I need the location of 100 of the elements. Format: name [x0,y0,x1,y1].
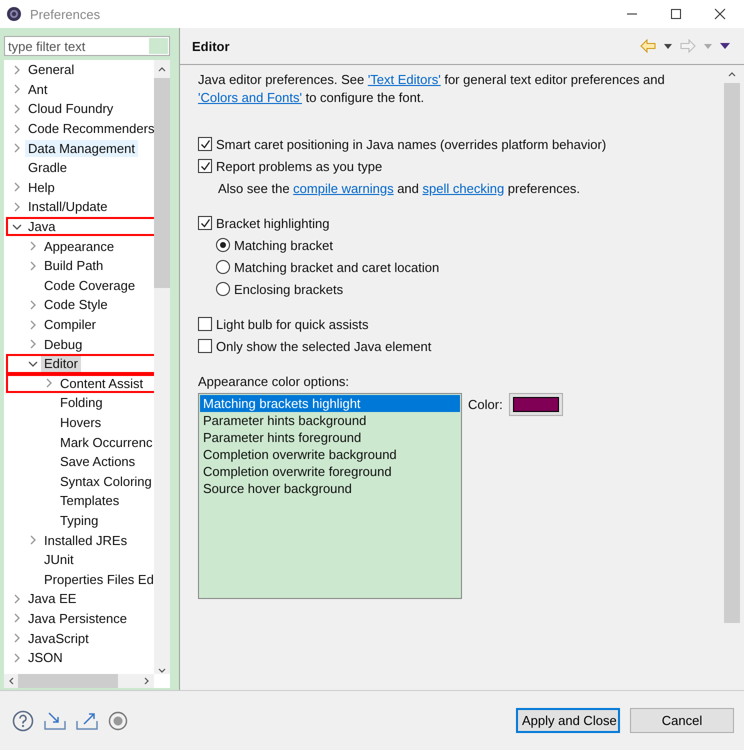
link[interactable]: 'Text Editors' [368,72,441,87]
tree-item[interactable]: Java [25,218,58,236]
collapsed-icon[interactable] [12,64,22,75]
collapsed-icon[interactable] [28,339,38,350]
collapsed-icon[interactable] [12,143,22,154]
radio-label[interactable]: Enclosing brackets [234,282,344,296]
color-button[interactable] [508,393,563,416]
tree-item[interactable]: JSON [25,649,66,666]
tree-item[interactable]: Code Coverage [41,276,138,294]
tree-item[interactable]: Syntax Coloring [57,472,154,490]
tree-item[interactable]: JavaScript [25,630,92,647]
help-icon[interactable] [12,710,34,732]
checkbox-label[interactable]: Smart caret positioning in Java names (overrides platform behavior) [216,136,606,152]
collapsed-icon[interactable] [44,378,54,388]
menu-icon[interactable] [720,43,730,49]
tree-item[interactable]: JUnit [41,551,77,568]
scroll-up-icon[interactable] [728,71,736,77]
tree-item[interactable]: Save Actions [57,453,138,470]
link[interactable]: 'Colors and Fonts' [198,90,302,105]
checkbox-label[interactable]: Report problems as you type [216,158,382,174]
collapsed-icon[interactable] [12,594,22,604]
collapsed-icon[interactable] [28,535,38,546]
collapsed-icon[interactable] [12,124,22,134]
tree-item[interactable]: Appearance [41,238,118,255]
back-icon[interactable] [640,39,656,53]
collapsed-icon[interactable] [12,104,22,114]
color-label: Color: [468,396,503,412]
tree-item[interactable]: Hovers [57,414,104,431]
app-icon [6,6,22,22]
tree-item[interactable]: Code Recommenders [25,120,154,138]
collapsed-icon[interactable] [12,652,22,663]
list-item[interactable]: Parameter hints background [200,412,460,429]
dropdown-icon[interactable] [664,44,672,48]
radio-button[interactable] [216,238,230,252]
link[interactable]: spell checking [422,180,504,196]
apply-and-close-button[interactable]: Apply and Close [516,708,620,733]
tree-item[interactable]: Properties Files Edi [41,570,154,588]
tree-item[interactable]: Java Persistence [25,610,130,627]
tree-item[interactable]: General [25,61,78,78]
tree-item[interactable]: Compiler [41,316,100,334]
tree-item[interactable]: Folding [57,394,106,412]
collapsed-icon[interactable] [28,300,38,310]
collapsed-icon[interactable] [28,260,38,271]
checkbox[interactable] [198,216,212,230]
checkbox[interactable] [198,159,212,173]
record-icon[interactable] [108,710,128,730]
collapsed-icon[interactable] [12,182,22,192]
radio-button[interactable] [216,260,230,274]
tree-item[interactable]: Content Assist [57,374,146,392]
collapsed-icon[interactable] [28,241,38,252]
collapsed-icon[interactable] [12,613,22,624]
import-icon[interactable] [44,710,66,730]
tree-item[interactable]: Install/Update [25,198,110,216]
tree-item[interactable]: Typing [57,512,102,529]
collapsed-icon[interactable] [12,202,22,212]
list-item[interactable]: Source hover background [200,480,460,497]
list-item[interactable]: Completion overwrite background [200,446,460,463]
checkbox-label[interactable]: Light bulb for quick assists [216,316,368,332]
scroll-down-icon[interactable] [158,668,166,674]
checkbox[interactable] [198,137,212,151]
collapsed-icon[interactable] [12,84,22,94]
tree-item[interactable]: Ant [25,80,51,98]
tree-item[interactable]: Cloud Foundry [25,100,116,118]
tree-item[interactable]: Java EE [25,590,80,608]
expanded-icon[interactable] [12,222,22,232]
cancel-button[interactable]: Cancel [630,708,734,733]
tree-item[interactable]: Templates [57,492,122,510]
collapsed-icon[interactable] [28,320,38,330]
checkbox[interactable] [198,317,212,331]
collapsed-icon[interactable] [12,633,22,644]
page-title: Editor [192,38,230,54]
scrollbar[interactable] [154,60,170,674]
tree-item[interactable]: Mark Occurrenc [57,434,154,451]
tree-item[interactable]: Data Management [25,140,138,157]
tree-item[interactable]: Gradle [25,159,70,176]
list-item[interactable]: Parameter hints foreground [200,429,460,446]
tree-item[interactable]: Debug [41,336,86,353]
checkbox-label[interactable]: Only show the selected Java element [216,338,432,354]
scroll-up-icon[interactable] [158,66,166,72]
checkbox[interactable] [198,339,212,353]
export-icon[interactable] [76,710,98,730]
list-item[interactable]: Completion overwrite foreground [200,463,460,480]
radio-label[interactable]: Matching bracket and caret location [234,260,440,274]
radio-button[interactable] [216,282,230,296]
horizontal-scrollbar[interactable] [4,674,154,688]
color-options-list[interactable]: Matching brackets highlight Parameter hints background Parameter hints foreground Completion overwrite background Completion overwrite foreground Source hover background [198,393,462,599]
checkbox-label[interactable]: Bracket highlighting [216,216,330,230]
tree-item[interactable]: Editor [41,355,81,372]
radio-label[interactable]: Matching bracket [234,238,333,252]
maximize-icon[interactable] [670,8,682,20]
link[interactable]: compile warnings [293,180,394,196]
scroll-left-icon[interactable] [8,677,14,685]
scroll-right-icon[interactable] [144,677,150,685]
close-icon[interactable] [714,8,726,20]
expanded-icon[interactable] [28,358,38,369]
list-item[interactable]: Matching brackets highlight [200,395,460,412]
tree-item[interactable]: Help [25,178,58,196]
tree-item[interactable]: Build Path [41,257,106,274]
tree-item[interactable]: Code Style [41,296,111,314]
tree-item[interactable]: Installed JREs [41,532,130,549]
